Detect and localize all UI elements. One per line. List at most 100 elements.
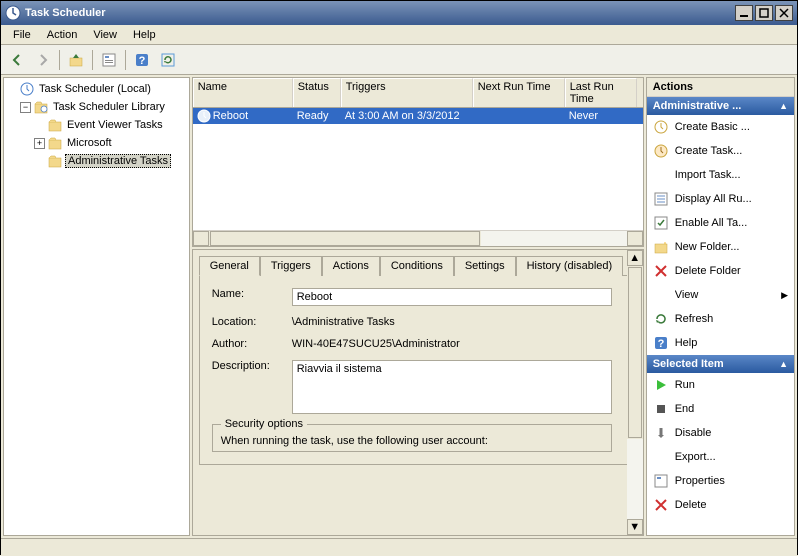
task-name-input[interactable] <box>292 288 612 306</box>
delete-icon <box>653 497 669 513</box>
help-icon: ? <box>653 335 669 351</box>
tree-microsoft[interactable]: + Microsoft <box>6 134 187 152</box>
action-enable-all[interactable]: Enable All Ta... <box>647 211 794 235</box>
actions-panel: Actions Administrative ...▲ Create Basic… <box>646 77 795 536</box>
vertical-scrollbar[interactable]: ▲▼ <box>627 250 643 535</box>
task-location-value: \Administrative Tasks <box>292 316 612 328</box>
toolbar-separator <box>92 50 93 70</box>
task-next-cell <box>473 108 565 124</box>
library-icon <box>33 99 49 115</box>
run-icon <box>653 377 669 393</box>
action-import-task[interactable]: Import Task... <box>647 163 794 187</box>
task-status-cell: Ready <box>293 108 341 124</box>
action-run[interactable]: Run <box>647 373 794 397</box>
label-location: Location: <box>212 316 292 328</box>
menu-view[interactable]: View <box>85 27 125 43</box>
label-author: Author: <box>212 338 292 350</box>
help-button[interactable]: ? <box>130 48 154 72</box>
action-refresh[interactable]: Refresh <box>647 307 794 331</box>
action-create-basic[interactable]: Create Basic ... <box>647 115 794 139</box>
clock-icon <box>5 5 21 21</box>
horizontal-scrollbar[interactable] <box>193 230 643 246</box>
column-status[interactable]: Status <box>293 78 341 107</box>
column-triggers[interactable]: Triggers <box>341 78 473 107</box>
toolbar: ? <box>1 45 797 75</box>
chevron-up-icon: ▲ <box>779 359 788 369</box>
tree-library[interactable]: − Task Scheduler Library <box>6 98 187 116</box>
folder-icon <box>47 153 63 169</box>
view-icon <box>653 287 669 303</box>
security-options-group: Security options When running the task, … <box>212 424 612 452</box>
new-folder-icon <box>653 239 669 255</box>
tab-general[interactable]: General <box>199 256 260 276</box>
chevron-right-icon: ▶ <box>781 290 788 301</box>
status-bar <box>1 538 797 556</box>
chevron-up-icon: ▲ <box>779 101 788 111</box>
title-bar: Task Scheduler <box>1 1 797 25</box>
column-next-run[interactable]: Next Run Time <box>473 78 565 107</box>
expand-icon[interactable]: + <box>34 138 45 149</box>
minimize-button[interactable] <box>735 5 753 21</box>
action-new-folder[interactable]: New Folder... <box>647 235 794 259</box>
column-name[interactable]: Name <box>193 78 293 107</box>
action-view[interactable]: View▶ <box>647 283 794 307</box>
security-legend: Security options <box>221 418 307 430</box>
tab-conditions[interactable]: Conditions <box>380 256 454 276</box>
actions-title: Actions <box>647 78 794 97</box>
task-clock-icon <box>197 109 211 123</box>
tab-actions[interactable]: Actions <box>322 256 380 276</box>
folder-icon <box>47 117 63 133</box>
enable-icon <box>653 215 669 231</box>
svg-text:?: ? <box>139 55 146 67</box>
properties-icon <box>653 473 669 489</box>
tab-settings[interactable]: Settings <box>454 256 516 276</box>
task-description-input[interactable]: Riavvia il sistema <box>292 360 612 414</box>
task-author-value: WIN-40E47SUCU25\Administrator <box>292 338 612 350</box>
menu-action[interactable]: Action <box>39 27 86 43</box>
menu-file[interactable]: File <box>5 27 39 43</box>
collapse-icon[interactable]: − <box>20 102 31 113</box>
list-icon <box>653 191 669 207</box>
disable-icon <box>653 425 669 441</box>
action-disable[interactable]: Disable <box>647 421 794 445</box>
up-button[interactable] <box>64 48 88 72</box>
action-create-task[interactable]: Create Task... <box>647 139 794 163</box>
tab-history[interactable]: History (disabled) <box>516 256 624 276</box>
action-display-all[interactable]: Display All Ru... <box>647 187 794 211</box>
maximize-button[interactable] <box>755 5 773 21</box>
tree-event-viewer[interactable]: Event Viewer Tasks <box>6 116 187 134</box>
export-icon <box>653 449 669 465</box>
toolbar-separator <box>59 50 60 70</box>
tab-triggers[interactable]: Triggers <box>260 256 322 276</box>
task-last-cell: Never <box>565 108 637 124</box>
action-export[interactable]: Export... <box>647 445 794 469</box>
tree-root[interactable]: Task Scheduler (Local) <box>6 80 187 98</box>
task-name-cell: Reboot <box>213 110 248 122</box>
action-properties[interactable]: Properties <box>647 469 794 493</box>
label-description: Description: <box>212 360 292 372</box>
properties-button[interactable] <box>97 48 121 72</box>
tree-panel: Task Scheduler (Local) − Task Scheduler … <box>3 77 190 536</box>
label-name: Name: <box>212 288 292 300</box>
wizard-icon <box>653 119 669 135</box>
actions-section-admin[interactable]: Administrative ...▲ <box>647 97 794 115</box>
menu-help[interactable]: Help <box>125 27 164 43</box>
action-help[interactable]: ?Help <box>647 331 794 355</box>
back-button[interactable] <box>5 48 29 72</box>
tree-administrative-tasks[interactable]: Administrative Tasks <box>6 152 187 170</box>
window-title: Task Scheduler <box>25 7 735 19</box>
action-delete[interactable]: Delete <box>647 493 794 517</box>
task-list-header: Name Status Triggers Next Run Time Last … <box>193 78 643 108</box>
refresh-icon <box>653 311 669 327</box>
action-delete-folder[interactable]: Delete Folder <box>647 259 794 283</box>
svg-text:?: ? <box>657 338 664 350</box>
task-row[interactable]: Reboot Ready At 3:00 AM on 3/3/2012 Neve… <box>193 108 643 124</box>
task-list: Name Status Triggers Next Run Time Last … <box>192 77 644 247</box>
column-last-run[interactable]: Last Run Time <box>565 78 637 107</box>
refresh-button[interactable] <box>156 48 180 72</box>
actions-section-selected[interactable]: Selected Item▲ <box>647 355 794 373</box>
forward-button[interactable] <box>31 48 55 72</box>
menu-bar: File Action View Help <box>1 25 797 45</box>
close-button[interactable] <box>775 5 793 21</box>
action-end[interactable]: End <box>647 397 794 421</box>
